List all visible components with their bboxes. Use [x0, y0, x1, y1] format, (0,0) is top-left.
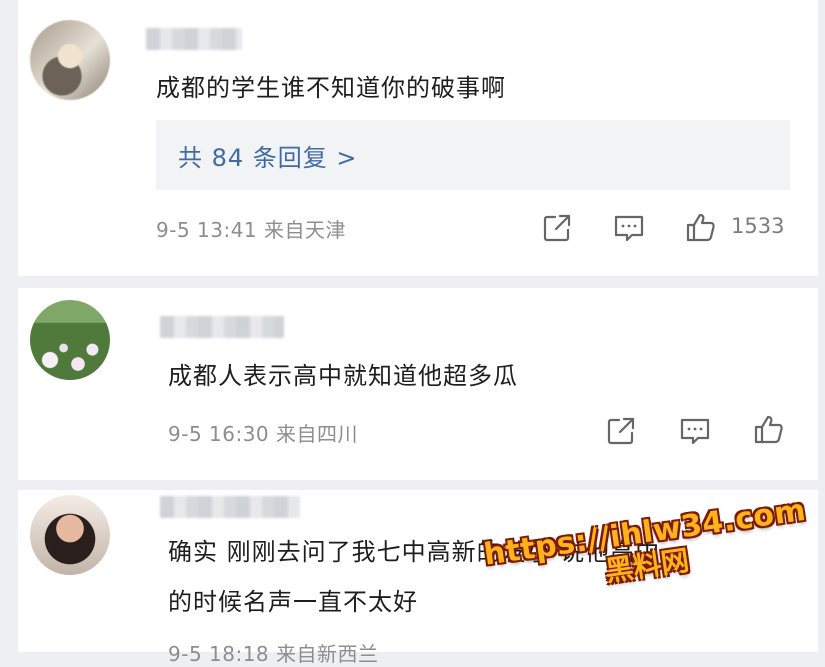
username-blurred[interactable]: [160, 316, 284, 338]
username-blurred[interactable]: [146, 28, 242, 50]
replies-link[interactable]: 共 84 条回复 >: [156, 120, 790, 190]
comment-location: 来自四川: [276, 422, 359, 446]
comment-meta: 9-5 13:41 来自天津: [156, 214, 346, 243]
comment-meta: 9-5 16:30 来自四川: [168, 418, 358, 447]
like-count: 1533: [731, 214, 785, 238]
avatar[interactable]: [30, 300, 110, 380]
share-icon[interactable]: [540, 211, 574, 245]
avatar[interactable]: [30, 495, 110, 575]
comment-text-line-2: 的时候名声一直不太好: [168, 588, 418, 616]
comment-icon[interactable]: [678, 414, 712, 448]
replies-label: 共 84 条回复 >: [178, 143, 358, 172]
avatar[interactable]: [30, 20, 110, 100]
comment-location: 来自天津: [264, 218, 347, 242]
comment-time: 9-5 13:41: [156, 218, 258, 242]
comment-text: 成都的学生谁不知道你的破事啊: [156, 74, 506, 102]
like-icon[interactable]: [684, 210, 718, 244]
comment-meta: 9-5 18:18 来自新西兰: [168, 642, 379, 666]
share-icon[interactable]: [604, 414, 638, 448]
like-icon[interactable]: [752, 412, 786, 446]
comment-text: 成都人表示高中就知道他超多瓜: [168, 362, 518, 390]
username-blurred[interactable]: [160, 496, 300, 518]
comment-icon[interactable]: [612, 211, 646, 245]
comment-time: 9-5 16:30: [168, 422, 270, 446]
